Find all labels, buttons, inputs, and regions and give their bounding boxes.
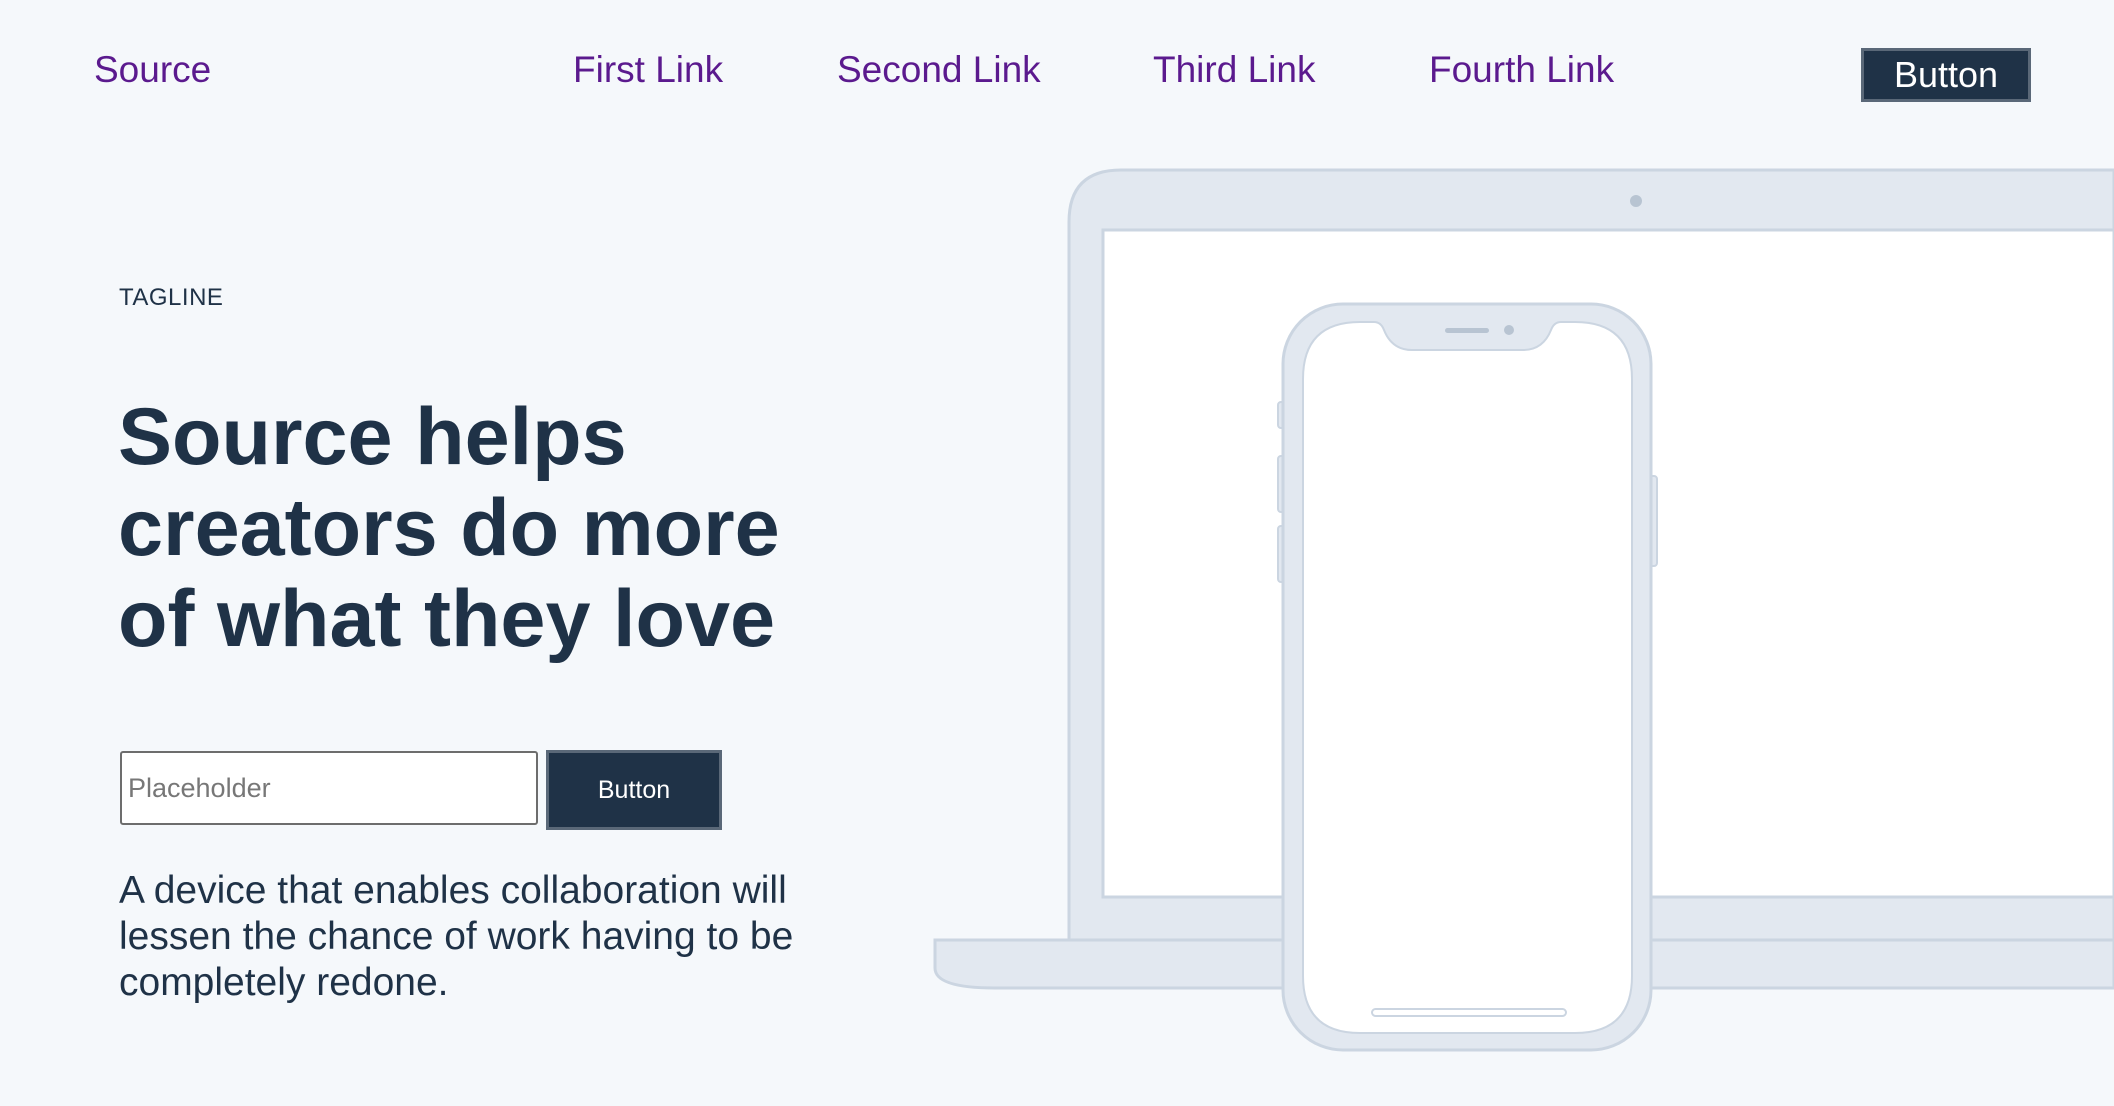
nav-link-third[interactable]: Third Link — [1153, 46, 1315, 94]
brand-logo-link[interactable]: Source — [94, 46, 211, 94]
phone-icon — [1277, 302, 1658, 1052]
nav-link-second[interactable]: Second Link — [837, 46, 1041, 94]
page-headline: Source helps creators do more of what th… — [118, 392, 780, 664]
hero-description: A device that enables collaboration will… — [119, 869, 794, 1004]
nav-link-fourth[interactable]: Fourth Link — [1429, 46, 1614, 94]
signup-input[interactable] — [120, 751, 538, 825]
devices-illustration — [920, 150, 2114, 1070]
tagline: TAGLINE — [119, 284, 224, 311]
nav-link-first[interactable]: First Link — [573, 46, 723, 94]
signup-button[interactable]: Button — [546, 750, 722, 830]
header-cta-button[interactable]: Button — [1861, 48, 2031, 102]
